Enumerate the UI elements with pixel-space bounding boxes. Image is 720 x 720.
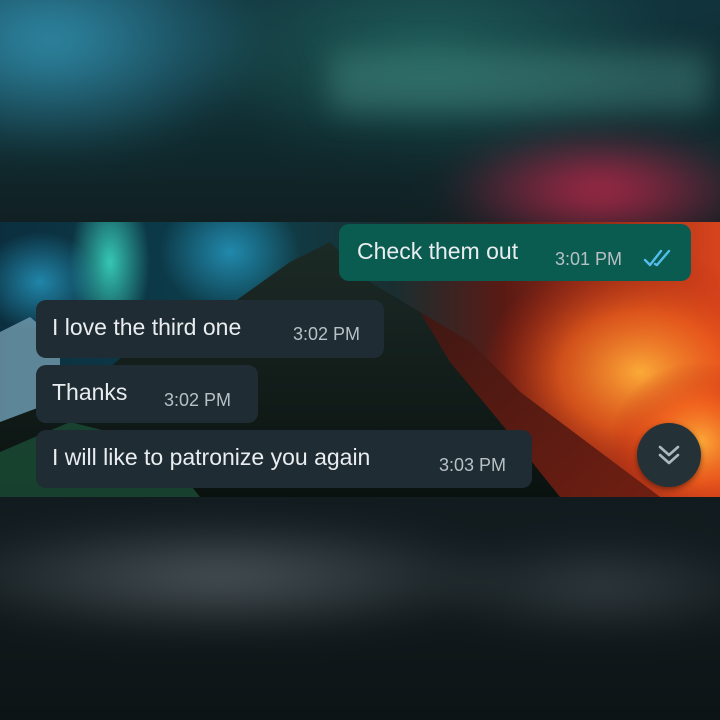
message-text: Check them out [357, 238, 519, 264]
screenshot-frame: Check them out 3:01 PM I love the third … [0, 0, 720, 720]
blurred-bubble-shape [330, 52, 710, 112]
message-incoming[interactable]: Thanks 3:02 PM [36, 365, 258, 423]
message-text: Thanks [52, 379, 128, 405]
blurred-header-area [0, 0, 720, 222]
double-chevron-down-icon [658, 445, 680, 465]
blurred-background [0, 497, 720, 720]
message-incoming[interactable]: I love the third one 3:02 PM [36, 300, 384, 358]
message-timestamp: 3:01 PM [555, 249, 623, 269]
double-check-read-icon [643, 249, 671, 267]
message-text: I love the third one [52, 314, 242, 340]
message-timestamp: 3:02 PM [293, 324, 361, 344]
blurred-footer-area [0, 497, 720, 720]
message-outgoing[interactable]: Check them out 3:01 PM [339, 224, 691, 281]
message-timestamp: 3:03 PM [439, 455, 507, 475]
message-incoming[interactable]: I will like to patronize you again 3:03 … [36, 430, 532, 488]
scroll-to-bottom-button[interactable] [637, 423, 701, 487]
message-timestamp: 3:02 PM [164, 390, 232, 410]
chat-conversation[interactable]: Check them out 3:01 PM I love the third … [0, 222, 720, 497]
message-text: I will like to patronize you again [52, 444, 371, 470]
